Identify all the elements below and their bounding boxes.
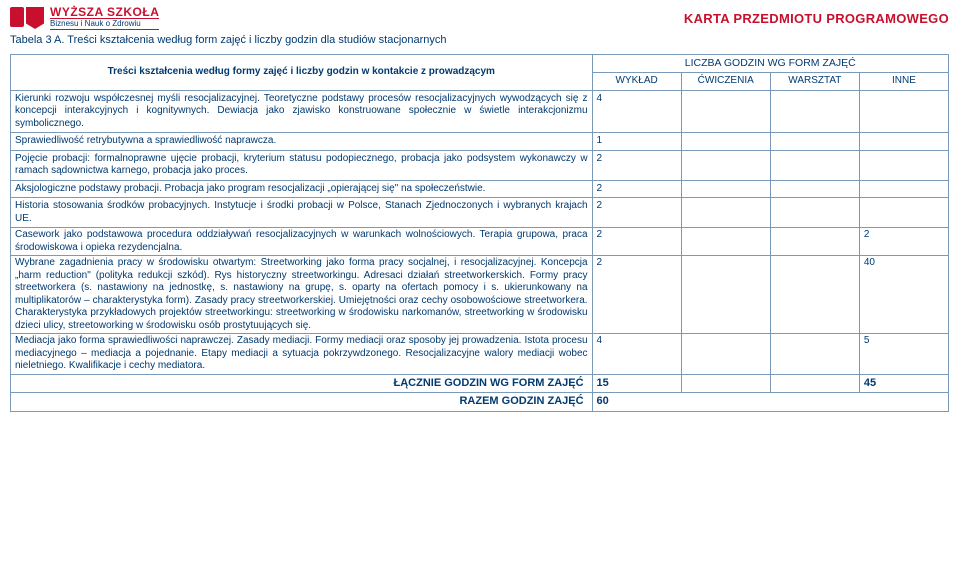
wyklad-cell: 4 — [592, 90, 681, 133]
inne-cell — [859, 90, 948, 133]
wyklad-cell: 2 — [592, 228, 681, 256]
sum-form-row: ŁĄCZNIE GODZIN WG FORM ZAJĘĆ 15 45 — [11, 374, 949, 393]
header-row: WYŻSZA SZKOŁA Biznesu i Nauk o Zdrowiu K… — [10, 6, 949, 30]
inne-cell: 2 — [859, 228, 948, 256]
table-row: Mediacja jako forma sprawiedliwości napr… — [11, 334, 949, 375]
col-header-cwiczenia: ĆWICZENIA — [681, 73, 770, 91]
logo-line-2: Biznesu i Nauk o Zdrowiu — [50, 18, 159, 30]
cwiczenia-cell — [681, 90, 770, 133]
topic-cell: Sprawiedliwość retrybutywna a sprawiedli… — [11, 133, 593, 151]
col-header-inne: INNE — [859, 73, 948, 91]
sum-warsztat — [770, 374, 859, 393]
topic-cell: Aksjologiczne podstawy probacji. Probacj… — [11, 180, 593, 198]
sum-form-label: ŁĄCZNIE GODZIN WG FORM ZAJĘĆ — [11, 374, 593, 393]
logo-badge-icon — [10, 7, 44, 29]
warsztat-cell — [770, 256, 859, 334]
inne-cell: 40 — [859, 256, 948, 334]
topic-cell: Historia stosowania środków probacyjnych… — [11, 198, 593, 228]
wyklad-cell: 2 — [592, 180, 681, 198]
sum-total-row: RAZEM GODZIN ZAJĘĆ 60 — [11, 393, 949, 412]
sum-wyklad: 15 — [592, 374, 681, 393]
table-row: Pojęcie probacji: formalnoprawne ujęcie … — [11, 150, 949, 180]
warsztat-cell — [770, 334, 859, 375]
topic-cell: Pojęcie probacji: formalnoprawne ujęcie … — [11, 150, 593, 180]
topic-cell: Wybrane zagadnienia pracy w środowisku o… — [11, 256, 593, 334]
warsztat-cell — [770, 180, 859, 198]
wyklad-cell: 1 — [592, 133, 681, 151]
warsztat-cell — [770, 150, 859, 180]
sum-total-label: RAZEM GODZIN ZAJĘĆ — [11, 393, 593, 412]
wyklad-cell: 2 — [592, 150, 681, 180]
cwiczenia-cell — [681, 133, 770, 151]
col-header-wyklad: WYKŁAD — [592, 73, 681, 91]
inne-cell — [859, 180, 948, 198]
topic-cell: Mediacja jako forma sprawiedliwości napr… — [11, 334, 593, 375]
sum-total-value: 60 — [592, 393, 948, 412]
cwiczenia-cell — [681, 198, 770, 228]
logo-line-1: WYŻSZA SZKOŁA — [50, 6, 159, 18]
sum-inne: 45 — [859, 374, 948, 393]
col-header-warsztat: WARSZTAT — [770, 73, 859, 91]
page-title: KARTA PRZEDMIOTU PROGRAMOWEGO — [684, 11, 949, 26]
warsztat-cell — [770, 198, 859, 228]
cwiczenia-cell — [681, 180, 770, 198]
cwiczenia-cell — [681, 228, 770, 256]
wyklad-cell: 4 — [592, 334, 681, 375]
table-row: Casework jako podstawowa procedura oddzi… — [11, 228, 949, 256]
table-row: Aksjologiczne podstawy probacji. Probacj… — [11, 180, 949, 198]
inne-cell — [859, 133, 948, 151]
cwiczenia-cell — [681, 334, 770, 375]
table-row: Sprawiedliwość retrybutywna a sprawiedli… — [11, 133, 949, 151]
cwiczenia-cell — [681, 150, 770, 180]
logo: WYŻSZA SZKOŁA Biznesu i Nauk o Zdrowiu — [10, 6, 159, 30]
sum-cwiczenia — [681, 374, 770, 393]
table-row: Kierunki rozwoju współczesnej myśli reso… — [11, 90, 949, 133]
curriculum-table: Treści kształcenia według formy zajęć i … — [10, 54, 949, 412]
cwiczenia-cell — [681, 256, 770, 334]
inne-cell: 5 — [859, 334, 948, 375]
inne-cell — [859, 150, 948, 180]
table-row: Historia stosowania środków probacyjnych… — [11, 198, 949, 228]
col-header-group: LICZBA GODZIN WG FORM ZAJĘĆ — [592, 55, 948, 73]
warsztat-cell — [770, 133, 859, 151]
warsztat-cell — [770, 228, 859, 256]
inne-cell — [859, 198, 948, 228]
topic-cell: Kierunki rozwoju współczesnej myśli reso… — [11, 90, 593, 133]
wyklad-cell: 2 — [592, 256, 681, 334]
table-caption: Tabela 3 A. Treści kształcenia według fo… — [10, 34, 949, 46]
col-header-topic: Treści kształcenia według formy zajęć i … — [11, 55, 593, 91]
warsztat-cell — [770, 90, 859, 133]
table-row: Wybrane zagadnienia pracy w środowisku o… — [11, 256, 949, 334]
topic-cell: Casework jako podstawowa procedura oddzi… — [11, 228, 593, 256]
wyklad-cell: 2 — [592, 198, 681, 228]
